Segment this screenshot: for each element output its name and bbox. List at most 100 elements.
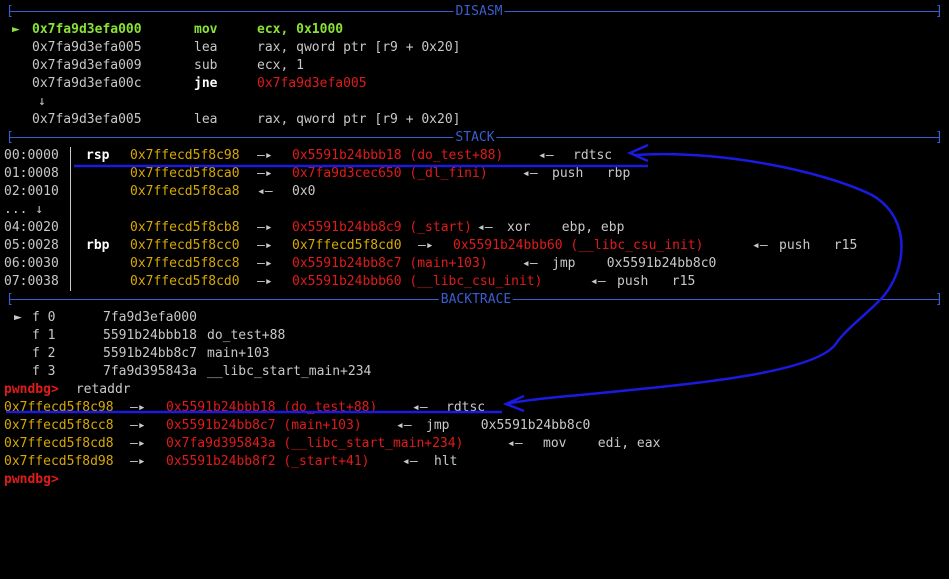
jump-target: 0x7fa9d3efa005: [257, 76, 367, 91]
retaddr-address: 0x7ffecd5f8c98: [4, 400, 114, 415]
retaddr-value: 0x5591b24bbb18 (do_test+88): [166, 400, 378, 415]
stack-instruction: xor ebp, ebp: [507, 220, 625, 235]
stack-address: 0x7ffecd5f8cb8: [130, 220, 240, 235]
pointer-arrow-icon: —▸: [257, 166, 273, 181]
retaddr-address: 0x7ffecd5f8cd8: [4, 436, 114, 451]
retaddr-address: 0x7ffecd5f8d98: [4, 454, 114, 469]
disasm-opcode: jne: [194, 76, 218, 91]
stack-value: 0x5591b24bbb60 (__libc_csu_init): [453, 238, 704, 253]
disasm-address: 0x7fa9d3efa005: [32, 40, 142, 55]
stack-row: 04:0020 0x7ffecd5f8cb8 —▸ 0x5591b24bb8c9…: [0, 219, 949, 237]
entered-command: retaddr: [68, 382, 131, 397]
stack-register: rbp: [86, 238, 110, 253]
disasm-opcode: mov: [194, 22, 218, 37]
stack-row: 05:0028 rbp 0x7ffecd5f8cc0 —▸ 0x7ffecd5f…: [0, 237, 949, 255]
pointer-arrow-icon: —▸: [257, 220, 273, 235]
retaddr-instruction: rdtsc: [446, 400, 486, 415]
instruction-arrow-icon: ◂—: [402, 454, 418, 469]
stack-address: 0x7ffecd5f8ca0: [130, 166, 240, 181]
instruction-arrow-icon: ◂—: [522, 256, 538, 271]
disasm-opcode: sub: [194, 58, 218, 73]
retaddr-value: 0x5591b24bb8c7 (main+103): [166, 418, 362, 433]
disasm-operands: ecx, 0x1000: [257, 22, 344, 37]
retaddr-instruction: mov edi, eax: [543, 436, 661, 451]
stack-instruction: push r15: [617, 274, 696, 289]
backtrace-title: BACKTRACE: [438, 291, 514, 309]
disasm-opcode: lea: [194, 112, 218, 127]
instruction-arrow-icon: ◂—: [590, 274, 606, 289]
frame-symbol: do_test+88: [207, 328, 286, 343]
stack-offset: 05:0028: [4, 238, 59, 253]
retaddr-instruction: hlt: [434, 454, 458, 469]
current-frame-marker: ►: [14, 310, 22, 325]
stack-address: 0x7ffecd5f8cd0: [130, 274, 240, 289]
frame-number: f 0: [32, 310, 56, 325]
stack-offset: 02:0010: [4, 184, 59, 199]
frame-symbol: main+103: [207, 346, 270, 361]
stack-offset: 06:0030: [4, 256, 59, 271]
stack-pointer-value: 0x7ffecd5f8cd0: [292, 238, 402, 253]
stack-value: 0x5591b24bbb60 (__libc_csu_init): [292, 274, 543, 289]
stack-row: 01:0008 0x7ffecd5f8ca0 —▸ 0x7fa9d3cec650…: [0, 165, 949, 183]
stack-address: 0x7ffecd5f8ca8: [130, 184, 240, 199]
disasm-address: 0x7fa9d3efa00c: [32, 76, 142, 91]
stack-row: 07:0038 0x7ffecd5f8cd0 —▸ 0x5591b24bbb60…: [0, 273, 949, 291]
stack-instruction: rdtsc: [573, 148, 613, 163]
pwndbg-prompt: pwndbg>: [4, 382, 59, 397]
stack-instruction: push rbp: [552, 166, 631, 181]
frame-symbol: __libc_start_main+234: [207, 364, 372, 379]
pointer-arrow-icon: —▸: [418, 238, 434, 253]
backtrace-row: ► f 0 7fa9d3efa000: [0, 309, 949, 327]
disasm-address: 0x7fa9d3efa005: [32, 112, 142, 127]
stack-row: ... ↓: [0, 201, 949, 219]
instruction-arrow-icon: ◂—: [257, 184, 273, 199]
instruction-arrow-icon: ◂—: [752, 238, 768, 253]
retaddr-row: 0x7ffecd5f8d98 —▸ 0x5591b24bb8f2 (_start…: [0, 453, 949, 471]
backtrace-separator: [] BACKTRACE: [6, 291, 943, 309]
stack-offset: 00:0000: [4, 148, 59, 163]
stack-value: 0x5591b24bb8c7 (main+103): [292, 256, 488, 271]
instruction-arrow-icon: ◂—: [507, 436, 523, 451]
stack-ellipsis: ... ↓: [4, 202, 44, 217]
pointer-arrow-icon: —▸: [257, 256, 273, 271]
frame-address: 7fa9d3efa000: [103, 310, 197, 325]
pointer-arrow-icon: —▸: [257, 238, 273, 253]
disasm-row: 0x7fa9d3efa005 lea rax, qword ptr [r9 + …: [0, 39, 949, 57]
terminal-screen[interactable]: [] DISASM ► 0x7fa9d3efa000 mov ecx, 0x10…: [0, 0, 949, 497]
down-arrow-icon: ↓: [38, 94, 46, 109]
stack-value: 0x5591b24bb8c9 (_start): [292, 220, 473, 235]
stack-value: 0x5591b24bbb18 (do_test+88): [292, 148, 504, 163]
stack-address: 0x7ffecd5f8cc0: [130, 238, 240, 253]
disasm-operands: rax, qword ptr [r9 + 0x20]: [257, 40, 461, 55]
current-instruction-marker: ►: [12, 22, 20, 37]
command-line[interactable]: pwndbg>: [0, 471, 949, 489]
stack-row: 06:0030 0x7ffecd5f8cc8 —▸ 0x5591b24bb8c7…: [0, 255, 949, 273]
retaddr-row: 0x7ffecd5f8cd8 —▸ 0x7fa9d395843a (__libc…: [0, 435, 949, 453]
disasm-title: DISASM: [453, 3, 505, 21]
backtrace-row: f 1 5591b24bbb18 do_test+88: [0, 327, 949, 345]
pointer-arrow-icon: —▸: [130, 436, 146, 451]
disasm-address: 0x7fa9d3efa009: [32, 58, 142, 73]
pointer-arrow-icon: —▸: [257, 274, 273, 289]
frame-number: f 2: [32, 346, 56, 361]
instruction-arrow-icon: ◂—: [412, 400, 428, 415]
instruction-arrow-icon: ◂—: [522, 166, 538, 181]
pointer-arrow-icon: —▸: [130, 400, 146, 415]
stack-instruction: jmp 0x5591b24bb8c0: [552, 256, 717, 271]
disasm-row: 0x7fa9d3efa00c jne 0x7fa9d3efa005: [0, 75, 949, 93]
frame-address: 7fa9d395843a: [103, 364, 197, 379]
stack-instruction: 0x0: [292, 184, 316, 199]
disasm-operands: rax, qword ptr [r9 + 0x20]: [257, 112, 461, 127]
stack-offset: 04:0020: [4, 220, 59, 235]
backtrace-row: f 2 5591b24bb8c7 main+103: [0, 345, 949, 363]
pointer-arrow-icon: —▸: [257, 148, 273, 163]
pointer-arrow-icon: —▸: [130, 454, 146, 469]
retaddr-instruction: jmp 0x5591b24bb8c0: [426, 418, 591, 433]
retaddr-row: 0x7ffecd5f8c98 —▸ 0x5591b24bbb18 (do_tes…: [0, 399, 949, 417]
frame-address: 5591b24bb8c7: [103, 346, 197, 361]
disasm-row: ↓: [0, 93, 949, 111]
stack-separator: [] STACK: [6, 129, 943, 147]
stack-value: 0x7fa9d3cec650 (_dl_fini): [292, 166, 488, 181]
stack-offset: 01:0008: [4, 166, 59, 181]
command-line: pwndbg> retaddr: [0, 381, 949, 399]
